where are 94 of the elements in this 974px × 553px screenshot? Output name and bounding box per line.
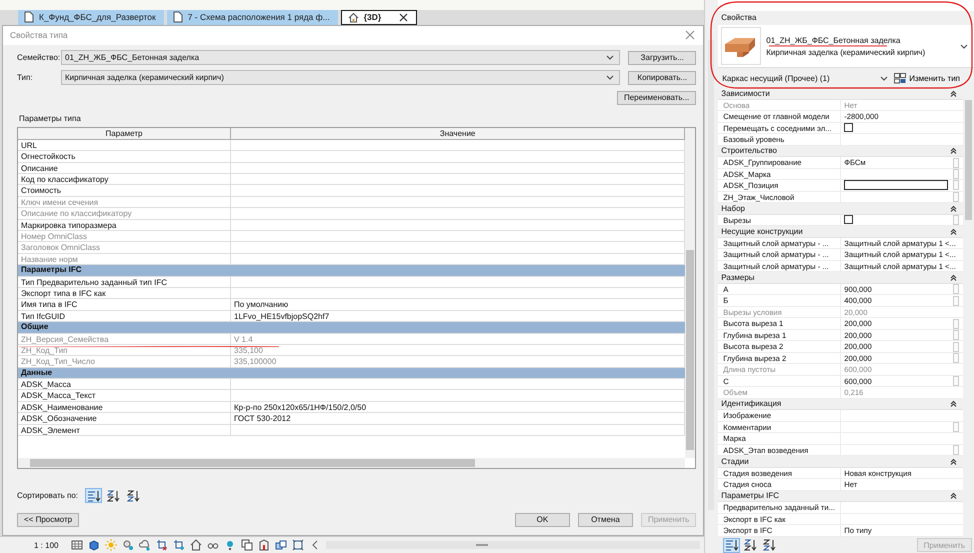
caret-icon bbox=[606, 55, 614, 60]
house-icon bbox=[348, 12, 359, 23]
crop-icon[interactable] bbox=[156, 539, 168, 552]
dialog-button[interactable]: Загрузить... bbox=[628, 50, 696, 65]
dropdown[interactable]: 01_ZH_ЖБ_ФБС_Бетонная заделка bbox=[61, 50, 620, 66]
sort-label: Сортировать по: bbox=[17, 491, 78, 500]
scrollbar[interactable] bbox=[708, 40, 714, 510]
parameter-name: Тип IfcGUID bbox=[18, 310, 231, 322]
parameter-name: ADSK_Наименование bbox=[18, 402, 231, 412]
parameter-name: Заголовок OmniClass bbox=[18, 242, 231, 253]
collapse-icon[interactable] bbox=[950, 400, 957, 408]
view-tab[interactable]: К_Фунд_ФБС_для_Разверток bbox=[18, 10, 164, 25]
column-header: Параметр bbox=[18, 128, 231, 139]
layers-icon[interactable] bbox=[275, 539, 288, 552]
rename-button[interactable]: Переименовать... bbox=[616, 90, 696, 105]
dialog-button[interactable]: OK bbox=[514, 512, 570, 527]
dialog-button[interactable]: Отмена bbox=[578, 512, 633, 527]
parameter-name: ADSK_Масса_Текст bbox=[18, 390, 231, 401]
scale-label: 1 : 100 bbox=[34, 540, 58, 550]
group-header: Общие bbox=[20, 322, 50, 333]
parameter-name: ADSK_Масса bbox=[18, 379, 231, 390]
dropdown[interactable]: Кирпичная заделка (керамический кирпич) bbox=[61, 70, 620, 86]
view-tab[interactable]: 7 - Схема расположения 1 ряда ф... bbox=[166, 10, 338, 25]
caret-icon bbox=[960, 44, 968, 48]
section-label: Параметры типа bbox=[19, 114, 82, 123]
view-tab[interactable]: {3D} bbox=[340, 10, 417, 25]
parameter-name: Тип Предварительно заданный тип IFC bbox=[18, 276, 231, 287]
parameter-name: Название норм bbox=[18, 254, 231, 264]
checkbox[interactable] bbox=[844, 123, 854, 132]
shadow-icon[interactable] bbox=[122, 539, 134, 552]
vertical-scrollbar[interactable] bbox=[685, 128, 696, 458]
house-icon[interactable] bbox=[190, 539, 202, 552]
field-label: Тип: bbox=[17, 73, 34, 82]
brick-block-icon bbox=[721, 27, 762, 65]
parameter-name: ADSK_Элемент bbox=[18, 424, 231, 436]
parameter-name: Экспорт типа в IFC как bbox=[18, 288, 231, 298]
group-header[interactable]: Идентификация bbox=[718, 398, 963, 410]
parameter-name: URL bbox=[18, 140, 231, 150]
group-header: Данные bbox=[20, 368, 54, 378]
horizontal-scrollbar[interactable] bbox=[326, 541, 700, 550]
collapse-icon[interactable] bbox=[950, 228, 957, 235]
parameter-name: Номер OmniClass bbox=[18, 231, 231, 242]
parameter-name: Код по классификатору bbox=[18, 174, 231, 184]
checkbox[interactable] bbox=[844, 215, 854, 224]
group-header[interactable]: Строительство bbox=[718, 146, 963, 157]
collapse-icon[interactable] bbox=[950, 458, 957, 465]
family-name: 01_ZH_ЖБ_ФБС_Бетонная заделка bbox=[766, 36, 900, 44]
copy-icon[interactable] bbox=[241, 539, 254, 552]
parameter-name: Стоимость bbox=[18, 185, 231, 196]
collapse-icon[interactable] bbox=[950, 274, 957, 281]
group-header[interactable]: Набор bbox=[718, 203, 963, 214]
parameter-name: Маркировка типоразмера bbox=[18, 220, 231, 230]
collapse-icon[interactable] bbox=[950, 90, 957, 97]
parameter-name: Ключ имени сечения bbox=[18, 196, 231, 208]
parameter-name: Описание по классификатору bbox=[18, 208, 231, 219]
dialog-title: Свойства типа bbox=[10, 30, 68, 40]
input-field[interactable] bbox=[844, 180, 948, 190]
caret-icon bbox=[606, 75, 614, 80]
building-icon[interactable] bbox=[258, 539, 270, 552]
edit-type-button[interactable]: Изменить тип bbox=[894, 72, 960, 84]
panel-title: Свойства bbox=[718, 11, 974, 25]
dialog-button[interactable]: Копировать... bbox=[628, 70, 696, 85]
group-header[interactable]: Зависимости bbox=[718, 88, 963, 100]
parameter-name: ZH_Версия_Семейства bbox=[18, 334, 231, 344]
grid-icon[interactable] bbox=[71, 539, 84, 552]
group-header: Параметры IFC bbox=[20, 265, 83, 276]
field-label: Семейство: bbox=[17, 53, 61, 62]
group-header[interactable]: Параметры IFC bbox=[718, 490, 963, 502]
grid-icon bbox=[894, 72, 906, 84]
parameter-name: Имя типа в IFC bbox=[18, 299, 231, 310]
parameter-name: Огнестойкость bbox=[18, 151, 231, 162]
cube-icon[interactable] bbox=[88, 539, 100, 552]
group-header[interactable]: Размеры bbox=[718, 272, 963, 284]
frame-icon[interactable] bbox=[292, 539, 304, 552]
group-header[interactable]: Стадии bbox=[718, 456, 963, 468]
document-icon bbox=[172, 11, 183, 24]
parameter-name: ZH_Код_Тип bbox=[18, 344, 231, 356]
category-dropdown[interactable]: Каркас несущий (Прочее) (1) bbox=[722, 74, 888, 82]
parameter-name: ZH_Код_Тип_Число bbox=[18, 356, 231, 367]
document-icon bbox=[24, 11, 34, 24]
crop-icon[interactable] bbox=[173, 539, 186, 552]
type-name: Кирпичная заделка (керамический кирпич) bbox=[766, 48, 926, 56]
parameter-name: Описание bbox=[18, 162, 231, 174]
cloud-icon[interactable] bbox=[139, 539, 152, 552]
vertical-scrollbar[interactable] bbox=[963, 88, 974, 537]
preview-button[interactable]: << Просмотр bbox=[17, 512, 80, 527]
horizontal-scrollbar[interactable] bbox=[18, 458, 686, 468]
parameter-name: ADSK_Обозначение bbox=[18, 413, 231, 424]
caret-icon bbox=[880, 76, 888, 80]
collapse-icon[interactable] bbox=[950, 492, 957, 500]
collapse-icon[interactable] bbox=[950, 147, 957, 154]
collapse-icon[interactable] bbox=[950, 204, 957, 212]
group-header[interactable]: Несущие конструкции bbox=[718, 226, 963, 238]
close-icon[interactable] bbox=[398, 12, 408, 22]
